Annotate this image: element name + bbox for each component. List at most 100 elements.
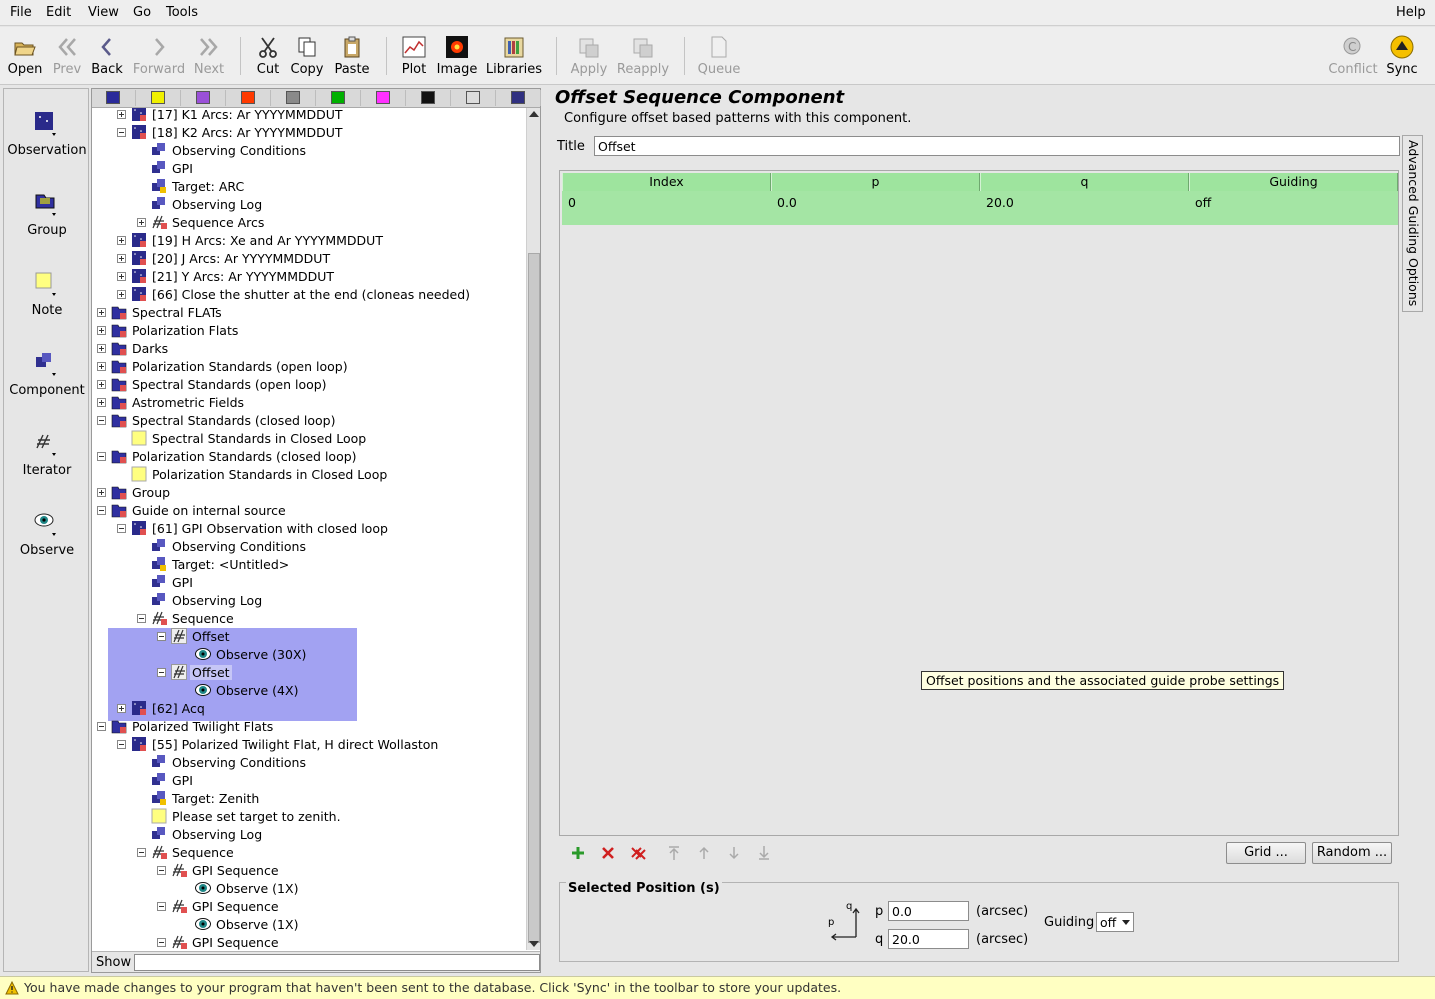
collapse-icon[interactable] <box>97 452 106 461</box>
expand-icon[interactable] <box>97 308 106 317</box>
column-q[interactable]: q <box>980 173 1189 191</box>
conflict-button[interactable]: C Conflict <box>1326 27 1380 85</box>
collapse-icon[interactable] <box>157 866 166 875</box>
cut-button[interactable]: Cut <box>250 27 286 85</box>
column-index[interactable]: Index <box>562 173 771 191</box>
move-bottom-icon[interactable] <box>755 844 773 862</box>
expand-icon[interactable] <box>117 236 126 245</box>
filter-swatch[interactable] <box>362 90 406 106</box>
expand-icon[interactable] <box>97 326 106 335</box>
advanced-guiding-options-tab[interactable]: Advanced Guiding Options <box>1402 135 1423 312</box>
filter-swatch[interactable] <box>272 90 316 106</box>
tree-node-label: Target: <Untitled> <box>172 557 290 572</box>
plot-button[interactable]: Plot <box>396 27 432 85</box>
menu-view[interactable]: View <box>88 5 119 20</box>
p-input[interactable] <box>888 901 969 921</box>
random-button[interactable]: Random ... <box>1312 842 1392 864</box>
palette-component[interactable]: Component <box>4 351 90 411</box>
expand-icon[interactable] <box>97 398 106 407</box>
prev-button[interactable]: Prev <box>48 27 86 85</box>
filter-swatch[interactable] <box>497 90 541 106</box>
expand-icon[interactable] <box>137 218 146 227</box>
palette-observe[interactable]: Observe <box>4 511 90 571</box>
collapse-icon[interactable] <box>97 506 106 515</box>
menu-tools[interactable]: Tools <box>166 5 198 20</box>
collapse-icon[interactable] <box>157 938 166 947</box>
sync-icon <box>1390 35 1414 59</box>
column-guiding[interactable]: Guiding <box>1189 173 1398 191</box>
note-icon <box>131 430 147 446</box>
offset-icon <box>171 628 187 644</box>
tree-node-label: GPI <box>172 575 193 590</box>
expand-icon[interactable] <box>97 488 106 497</box>
title-input[interactable] <box>594 136 1400 156</box>
move-up-icon[interactable] <box>695 844 713 862</box>
filter-swatch[interactable] <box>92 90 136 106</box>
expand-icon[interactable] <box>117 290 126 299</box>
expand-icon[interactable] <box>117 272 126 281</box>
show-input[interactable] <box>134 954 540 971</box>
filter-swatch[interactable] <box>227 90 271 106</box>
column-p[interactable]: p <box>771 173 980 191</box>
color-filter-bar <box>92 89 541 108</box>
expand-icon[interactable] <box>97 362 106 371</box>
collapse-icon[interactable] <box>157 668 166 677</box>
image-button[interactable]: Image <box>434 27 480 85</box>
copy-button[interactable]: Copy <box>288 27 326 85</box>
menu-edit[interactable]: Edit <box>46 5 71 20</box>
queue-button[interactable]: Queue <box>696 27 742 85</box>
collapse-icon[interactable] <box>117 740 126 749</box>
expand-icon[interactable] <box>97 380 106 389</box>
filter-swatch[interactable] <box>452 90 496 106</box>
palette-note[interactable]: Note <box>4 271 90 331</box>
palette-iterator[interactable]: Iterator <box>4 431 90 491</box>
collapse-icon[interactable] <box>117 128 126 137</box>
table-tooltip: Offset positions and the associated guid… <box>921 671 1285 690</box>
collapse-icon[interactable] <box>117 524 126 533</box>
filter-swatch[interactable] <box>182 90 226 106</box>
paste-button[interactable]: Paste <box>330 27 374 85</box>
back-button[interactable]: Back <box>88 27 126 85</box>
collapse-icon[interactable] <box>97 416 106 425</box>
menu-go[interactable]: Go <box>133 5 151 20</box>
collapse-icon[interactable] <box>157 902 166 911</box>
menu-file[interactable]: File <box>10 5 32 20</box>
q-input[interactable] <box>888 929 969 949</box>
scroll-up-icon[interactable] <box>529 111 539 117</box>
palette-group[interactable]: Group <box>4 191 90 251</box>
expand-icon[interactable] <box>117 704 126 713</box>
filter-swatch[interactable] <box>317 90 361 106</box>
menu-help[interactable]: Help <box>1396 5 1426 20</box>
remove-all-icon[interactable] <box>629 844 647 862</box>
collapse-icon[interactable] <box>157 632 166 641</box>
move-down-icon[interactable] <box>725 844 743 862</box>
expand-icon[interactable] <box>117 254 126 263</box>
palette-observation[interactable]: Observation <box>4 111 90 171</box>
filter-swatch[interactable] <box>137 90 181 106</box>
table-row[interactable]: 0 0.0 20.0 off <box>562 191 1398 225</box>
copy-icon <box>298 37 316 57</box>
grid-button[interactable]: Grid ... <box>1226 842 1306 864</box>
guiding-select[interactable]: off <box>1096 912 1134 932</box>
add-icon[interactable] <box>569 844 587 862</box>
cell-p: 0.0 <box>777 195 797 210</box>
next-button[interactable]: Next <box>190 27 228 85</box>
open-button[interactable]: Open <box>4 27 46 85</box>
libraries-button[interactable]: Libraries <box>484 27 544 85</box>
collapse-icon[interactable] <box>137 614 146 623</box>
collapse-icon[interactable] <box>137 848 146 857</box>
forward-button[interactable]: Forward <box>130 27 188 85</box>
sync-button[interactable]: Sync <box>1382 27 1422 85</box>
reapply-button[interactable]: Reapply <box>614 27 672 85</box>
axis-q-label: q <box>846 901 853 912</box>
apply-button[interactable]: Apply <box>568 27 610 85</box>
expand-icon[interactable] <box>97 344 106 353</box>
expand-icon[interactable] <box>117 110 126 119</box>
scroll-thumb[interactable] <box>528 253 540 943</box>
remove-icon[interactable] <box>599 844 617 862</box>
scroll-down-icon[interactable] <box>529 941 539 947</box>
collapse-icon[interactable] <box>97 722 106 731</box>
move-top-icon[interactable] <box>665 844 683 862</box>
tree-scrollbar[interactable] <box>526 108 540 950</box>
filter-swatch[interactable] <box>407 90 451 106</box>
